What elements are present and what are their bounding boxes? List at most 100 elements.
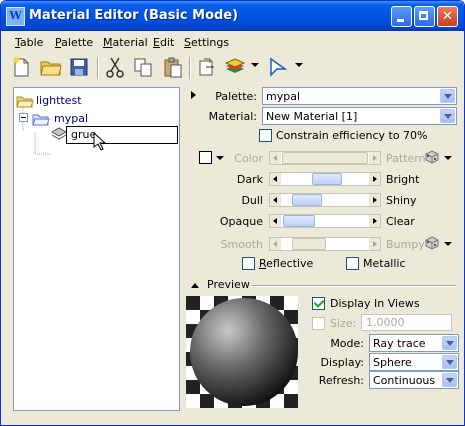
copy-button[interactable] <box>131 55 155 79</box>
menu-material-mnemonic: M <box>103 36 113 49</box>
minus-icon <box>21 117 26 118</box>
cut-icon <box>106 57 124 78</box>
arrow-right-icon <box>369 194 380 206</box>
new-button[interactable] <box>9 55 33 79</box>
dull-shiny-slider[interactable] <box>269 193 381 207</box>
dull-label: Dull <box>241 194 263 207</box>
color-dropdown-arrow[interactable] <box>216 156 224 160</box>
material-icon <box>51 127 67 140</box>
menu-material[interactable]: Material <box>103 36 148 49</box>
opaque-clear-slider[interactable] <box>269 214 381 228</box>
mouse-cursor-icon <box>93 132 107 151</box>
size-label: Size: <box>330 317 357 330</box>
chevron-down-icon <box>295 63 303 67</box>
display-select-value: Sphere <box>373 356 412 369</box>
menu-material-label: aterial <box>112 36 148 49</box>
toolbar-separator <box>97 57 99 79</box>
mode-select[interactable]: Ray trace <box>369 334 459 352</box>
arrow-right-icon <box>369 173 380 185</box>
slider-thumb[interactable] <box>312 173 342 185</box>
slider-thumb <box>292 238 326 250</box>
menu-settings[interactable]: Settings <box>184 36 229 49</box>
metallic-label: Metallic <box>363 257 406 270</box>
palette-button[interactable] <box>223 55 247 79</box>
bump-dropdown-arrow[interactable] <box>444 242 452 246</box>
chevron-down-icon <box>440 109 455 123</box>
window-title: Material Editor (Basic Mode) <box>29 8 239 23</box>
shiny-label: Shiny <box>386 194 417 207</box>
material-select-value: New Material [1] <box>266 110 358 123</box>
material-name-edit[interactable]: grue <box>66 126 178 144</box>
material-select[interactable]: New Material [1] <box>262 107 457 125</box>
open-button[interactable] <box>39 55 63 79</box>
expand-arrow-icon[interactable] <box>190 90 198 100</box>
menu-palette[interactable]: Palette <box>55 36 93 49</box>
title-bar[interactable]: W Material Editor (Basic Mode) ✕ <box>1 1 464 31</box>
close-button[interactable]: ✕ <box>437 6 458 27</box>
minimize-button[interactable] <box>391 6 412 27</box>
arrow-left-icon <box>270 215 281 227</box>
maximize-icon <box>419 11 428 20</box>
material-editor-window: W Material Editor (Basic Mode) ✕ Table P… <box>0 0 465 426</box>
preview-section-label: Preview <box>207 278 250 291</box>
palette-dropdown-arrow[interactable] <box>251 63 259 69</box>
save-button[interactable] <box>67 55 91 79</box>
smooth-bumpy-slider <box>269 237 381 251</box>
size-input: 1.0000 <box>361 314 452 331</box>
paste-button[interactable] <box>161 55 185 79</box>
open-folder-icon <box>40 61 62 76</box>
constrain-checkbox[interactable] <box>259 129 272 142</box>
menu-palette-label: alette <box>61 36 94 49</box>
slider-thumb <box>282 152 368 164</box>
paste-special-button[interactable] <box>195 55 219 79</box>
arrow-left-icon <box>270 173 281 185</box>
arrow-left-icon <box>270 194 281 206</box>
color-swatch[interactable] <box>199 151 212 164</box>
chevron-down-icon <box>442 355 457 369</box>
menu-edit-label: dit <box>159 36 175 49</box>
size-input-value: 1.0000 <box>366 316 405 329</box>
display-select[interactable]: Sphere <box>369 353 459 371</box>
refresh-select[interactable]: Continuous <box>369 371 459 389</box>
menu-edit[interactable]: Edit <box>153 36 174 49</box>
app-icon: W <box>6 7 25 26</box>
palette-layers-icon <box>224 58 246 73</box>
pointer-icon <box>270 57 288 77</box>
maximize-button[interactable] <box>414 6 435 27</box>
constrain-label: Constrain efficiency to 70% <box>276 129 428 142</box>
collapse-arrow-icon[interactable] <box>190 281 200 289</box>
material-tree[interactable]: lighttest mypal grue <box>13 87 180 411</box>
arrow-right-icon <box>369 152 380 164</box>
open-folder-icon <box>32 114 50 126</box>
size-checkbox <box>312 317 325 330</box>
palette-select[interactable]: mypal <box>262 87 457 105</box>
pointer-button[interactable] <box>267 55 291 79</box>
pointer-dropdown-arrow[interactable] <box>295 63 303 69</box>
pattern-cube-icon[interactable] <box>425 150 439 164</box>
slider-thumb[interactable] <box>292 194 322 206</box>
chevron-down-icon <box>442 336 457 350</box>
copy-icon <box>134 58 152 77</box>
close-icon: ✕ <box>442 9 453 24</box>
menu-table[interactable]: Table <box>15 36 43 49</box>
cut-button[interactable] <box>103 55 127 79</box>
dark-label: Dark <box>236 173 263 186</box>
dark-bright-slider[interactable] <box>269 172 381 186</box>
palette-select-value: mypal <box>266 90 301 103</box>
tree-collapse-toggle[interactable] <box>19 113 28 122</box>
refresh-select-value: Continuous <box>373 374 436 387</box>
chevron-down-icon <box>440 89 455 103</box>
material-preview <box>186 296 298 408</box>
reflective-checkbox[interactable] <box>242 257 255 270</box>
preview-sphere-image <box>186 296 298 408</box>
display-in-views-label: Display In Views <box>330 297 420 310</box>
bump-cube-icon[interactable] <box>425 236 439 250</box>
display-in-views-checkbox[interactable] <box>312 297 325 310</box>
metallic-checkbox[interactable] <box>346 257 359 270</box>
slider-thumb[interactable] <box>283 215 315 227</box>
bumpy-label: Bumpy <box>386 238 425 251</box>
tree-label-mypal: mypal <box>54 112 89 125</box>
pattern-dropdown-arrow[interactable] <box>444 156 452 160</box>
reflective-label-text: eflective <box>266 257 314 270</box>
toolbar <box>1 53 464 83</box>
